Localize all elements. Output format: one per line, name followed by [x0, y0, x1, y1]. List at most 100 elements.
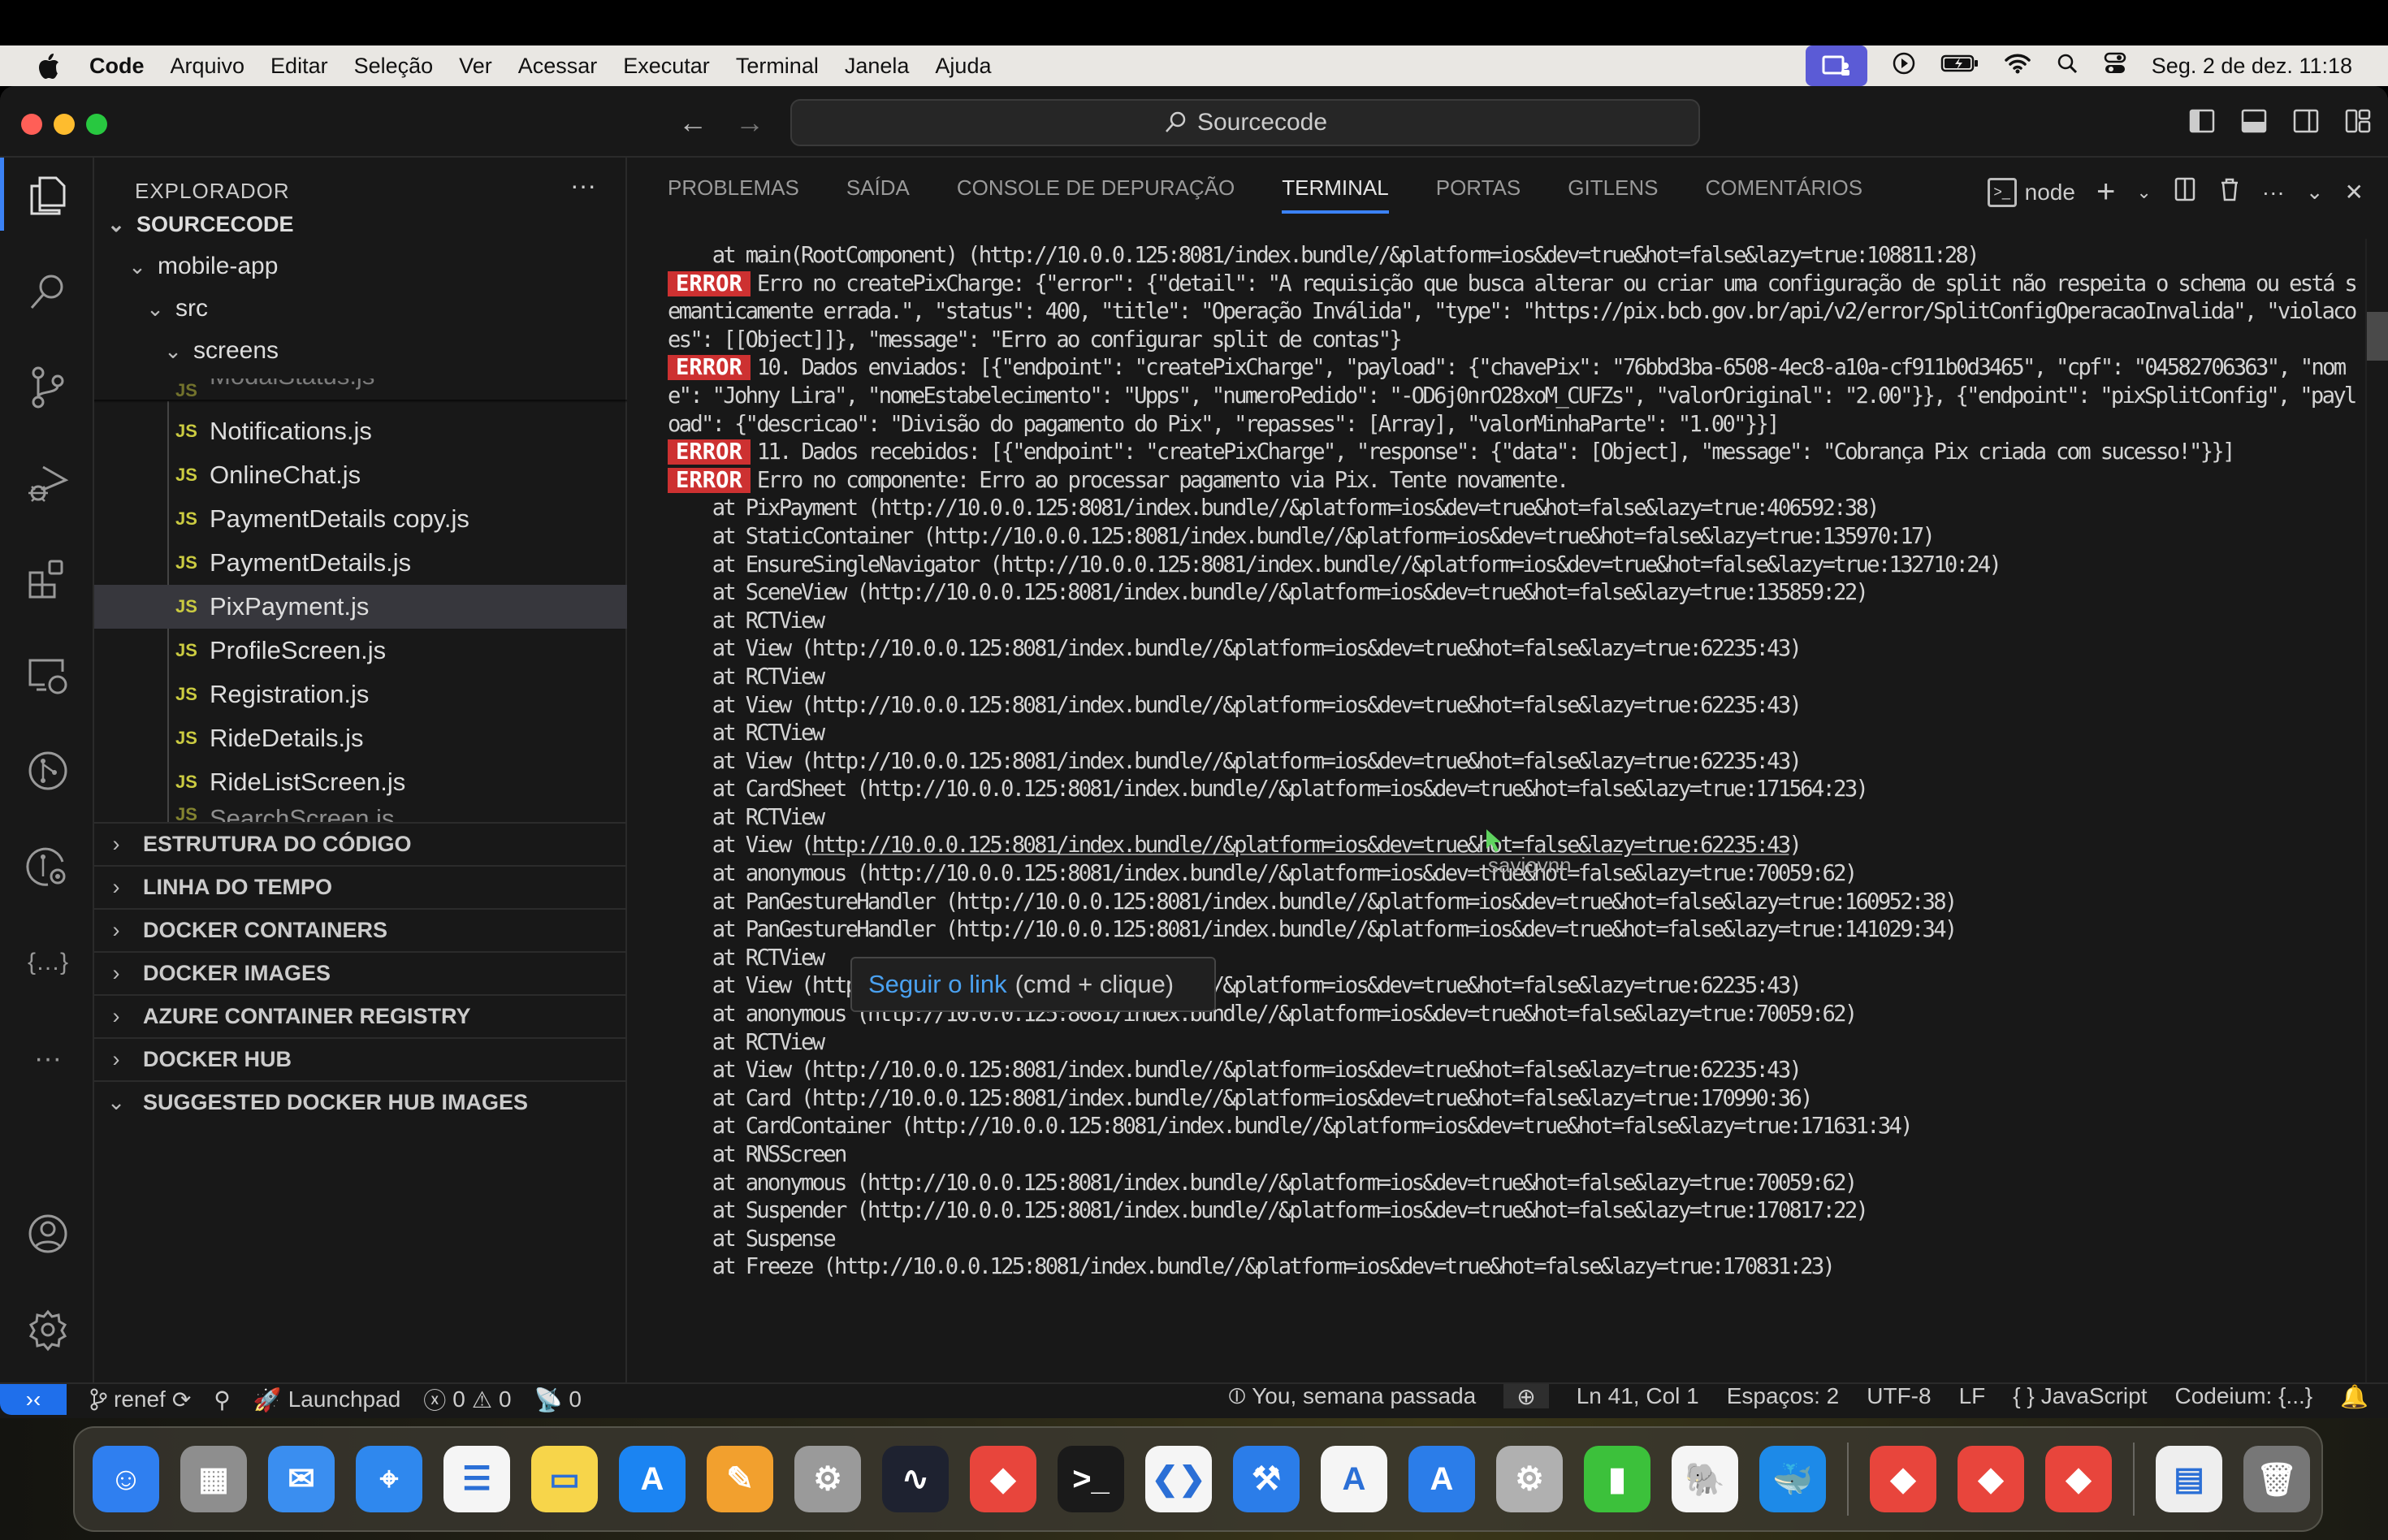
- dock-pages-icon[interactable]: ✎: [707, 1446, 773, 1512]
- toggle-secondary-sidebar-icon[interactable]: [2292, 107, 2320, 135]
- dock-recent-document-icon[interactable]: ▤: [2156, 1446, 2222, 1512]
- dock-anydesk-2-icon[interactable]: ◆: [1870, 1446, 1936, 1512]
- dock-terminal-icon[interactable]: >_: [1058, 1446, 1124, 1512]
- menu-ver[interactable]: Ver: [459, 54, 492, 79]
- follow-link-action[interactable]: Seguir o link: [868, 970, 1007, 999]
- dock-xcode-icon[interactable]: ⚒: [1233, 1446, 1300, 1512]
- terminal-selector[interactable]: >_ node: [1987, 177, 2075, 207]
- dock-anydesk-3-icon[interactable]: ◆: [1958, 1446, 2024, 1512]
- battery-icon[interactable]: [1940, 54, 1979, 79]
- search-icon[interactable]: [19, 263, 76, 320]
- branch-indicator[interactable]: renef ⟳: [89, 1386, 191, 1413]
- zoom-indicator-button[interactable]: ⊕: [1503, 1384, 1549, 1409]
- menu-arquivo[interactable]: Arquivo: [171, 54, 245, 79]
- tab-problemas[interactable]: PROBLEMAS: [668, 175, 799, 209]
- file-notifications[interactable]: JS Notifications.js: [94, 409, 627, 453]
- close-window-button[interactable]: [21, 114, 42, 135]
- kill-terminal-trash-icon[interactable]: [2218, 176, 2241, 208]
- remote-explorer-icon[interactable]: [19, 647, 76, 703]
- split-terminal-icon[interactable]: [2173, 176, 2197, 208]
- terminal-output[interactable]: at main(RootComponent) (http://10.0.0.12…: [668, 242, 2365, 1282]
- file-registration[interactable]: JS Registration.js: [94, 673, 627, 716]
- dock-launchpad-icon[interactable]: ▦: [180, 1446, 247, 1512]
- tab-gitlens[interactable]: GITLENS: [1568, 175, 1658, 209]
- menu-app-name[interactable]: Code: [89, 54, 145, 79]
- wifi-icon[interactable]: [2004, 52, 2031, 80]
- folder-screens[interactable]: ⌄ screens: [94, 330, 627, 372]
- tab-console-de-depuracao[interactable]: CONSOLE DE DEPURAÇÃO: [957, 175, 1235, 209]
- section-docker-hub[interactable]: › DOCKER HUB: [94, 1037, 627, 1080]
- dock-app-store-icon[interactable]: A: [619, 1446, 686, 1512]
- launchpad-button[interactable]: 🚀 Launchpad: [253, 1386, 400, 1413]
- git-graph-button[interactable]: ⚲: [214, 1386, 231, 1413]
- tab-terminal[interactable]: TERMINAL: [1282, 175, 1390, 214]
- dock-numbers-icon[interactable]: ▮: [1584, 1446, 1650, 1512]
- sidebar-more-actions-icon[interactable]: ···: [570, 171, 596, 201]
- dock-finder-icon[interactable]: ☺: [93, 1446, 159, 1512]
- customize-layout-icon[interactable]: [2344, 107, 2372, 135]
- stack-frame-link[interactable]: http://10.0.0.125:8081/index.bundle//&pl…: [812, 833, 1792, 858]
- settings-gear-icon[interactable]: [19, 1301, 76, 1358]
- codeium-status[interactable]: Codeium: {...}: [2174, 1383, 2312, 1409]
- file-profilescreen[interactable]: JS ProfileScreen.js: [94, 629, 627, 673]
- problems-indicator[interactable]: ⓧ 0 ⚠ 0: [423, 1383, 511, 1416]
- dock-system-settings-icon[interactable]: ⚙: [794, 1446, 861, 1512]
- eol-indicator[interactable]: LF: [1959, 1383, 1986, 1409]
- section-suggested-docker-hub-images[interactable]: ⌄ SUGGESTED DOCKER HUB IMAGES: [94, 1080, 627, 1123]
- file-onlinechat[interactable]: JS OnlineChat.js: [94, 453, 627, 497]
- menu-ajuda[interactable]: Ajuda: [935, 54, 991, 79]
- close-panel-icon[interactable]: ✕: [2345, 179, 2364, 205]
- menu-acessar[interactable]: Acessar: [518, 54, 598, 79]
- screen-share-icon[interactable]: [1805, 45, 1867, 86]
- file-paymentdetails[interactable]: JS PaymentDetails.js: [94, 541, 627, 585]
- dock-simulator-icon[interactable]: A: [1408, 1446, 1475, 1512]
- spotlight-icon[interactable]: [2056, 52, 2079, 80]
- file-ridedetails[interactable]: JS RideDetails.js: [94, 716, 627, 760]
- dock-activity-monitor-icon[interactable]: ∿: [882, 1446, 949, 1512]
- minimize-window-button[interactable]: [54, 114, 75, 135]
- indentation-indicator[interactable]: Espaços: 2: [1727, 1383, 1840, 1409]
- menu-janela[interactable]: Janela: [845, 54, 910, 79]
- gitlens-inspect-icon[interactable]: [19, 838, 76, 895]
- forward-arrow-icon[interactable]: →: [735, 106, 764, 140]
- apple-logo-icon[interactable]: [32, 51, 65, 80]
- toggle-primary-sidebar-icon[interactable]: [2188, 107, 2216, 135]
- toggle-panel-icon[interactable]: [2240, 107, 2268, 135]
- run-debug-icon[interactable]: [19, 455, 76, 512]
- encoding-indicator[interactable]: UTF-8: [1867, 1383, 1931, 1409]
- panel-more-icon[interactable]: ···: [2262, 180, 2285, 205]
- menu-executar[interactable]: Executar: [623, 54, 710, 79]
- section-docker-images[interactable]: › DOCKER IMAGES: [94, 951, 627, 994]
- root-folder-sourcecode[interactable]: ⌄ SOURCECODE: [94, 203, 627, 245]
- control-center-icon[interactable]: [2103, 52, 2127, 80]
- section-azure-container-registry[interactable]: › AZURE CONTAINER REGISTRY: [94, 994, 627, 1037]
- file-pixpayment-selected[interactable]: JS PixPayment.js: [94, 585, 627, 629]
- dock-mail-icon[interactable]: ✉: [268, 1446, 335, 1512]
- dock-trash-icon[interactable]: 🗑: [2243, 1446, 2310, 1512]
- source-control-icon[interactable]: [19, 359, 76, 416]
- tab-portas[interactable]: PORTAS: [1436, 175, 1521, 209]
- dock-postgres-icon[interactable]: 🐘: [1672, 1446, 1738, 1512]
- gitlens-icon[interactable]: [19, 742, 76, 799]
- section-linha-do-tempo[interactable]: › LINHA DO TEMPO: [94, 865, 627, 908]
- folder-src[interactable]: ⌄ src: [94, 288, 627, 330]
- remote-indicator-button[interactable]: ›‹: [0, 1384, 67, 1415]
- notifications-bell-icon[interactable]: 🔔: [2340, 1383, 2369, 1410]
- more-views-icon[interactable]: ···: [19, 1030, 76, 1087]
- zoom-window-button[interactable]: [86, 114, 107, 135]
- terminal-scrollbar[interactable]: [2367, 312, 2388, 361]
- menu-selecao[interactable]: Seleção: [354, 54, 434, 79]
- cursor-position[interactable]: Ln 41, Col 1: [1577, 1383, 1699, 1409]
- language-mode-button[interactable]: { } JavaScript: [2013, 1383, 2147, 1409]
- new-terminal-dropdown-icon[interactable]: ⌄: [2136, 182, 2151, 203]
- maximize-panel-chevron-icon[interactable]: ⌄: [2306, 180, 2324, 205]
- explorer-icon[interactable]: [19, 167, 76, 224]
- dock-vscode-icon[interactable]: ❮❯: [1145, 1446, 1212, 1512]
- dock-automator-icon[interactable]: ⚙: [1496, 1446, 1563, 1512]
- menu-editar[interactable]: Editar: [270, 54, 328, 79]
- sync-icon[interactable]: ⟳: [172, 1386, 191, 1413]
- dock-anydesk-4-icon[interactable]: ◆: [2045, 1446, 2112, 1512]
- dock-anydesk-icon[interactable]: ◆: [970, 1446, 1036, 1512]
- back-arrow-icon[interactable]: ←: [678, 106, 707, 140]
- file-paymentdetails-copy[interactable]: JS PaymentDetails copy.js: [94, 497, 627, 541]
